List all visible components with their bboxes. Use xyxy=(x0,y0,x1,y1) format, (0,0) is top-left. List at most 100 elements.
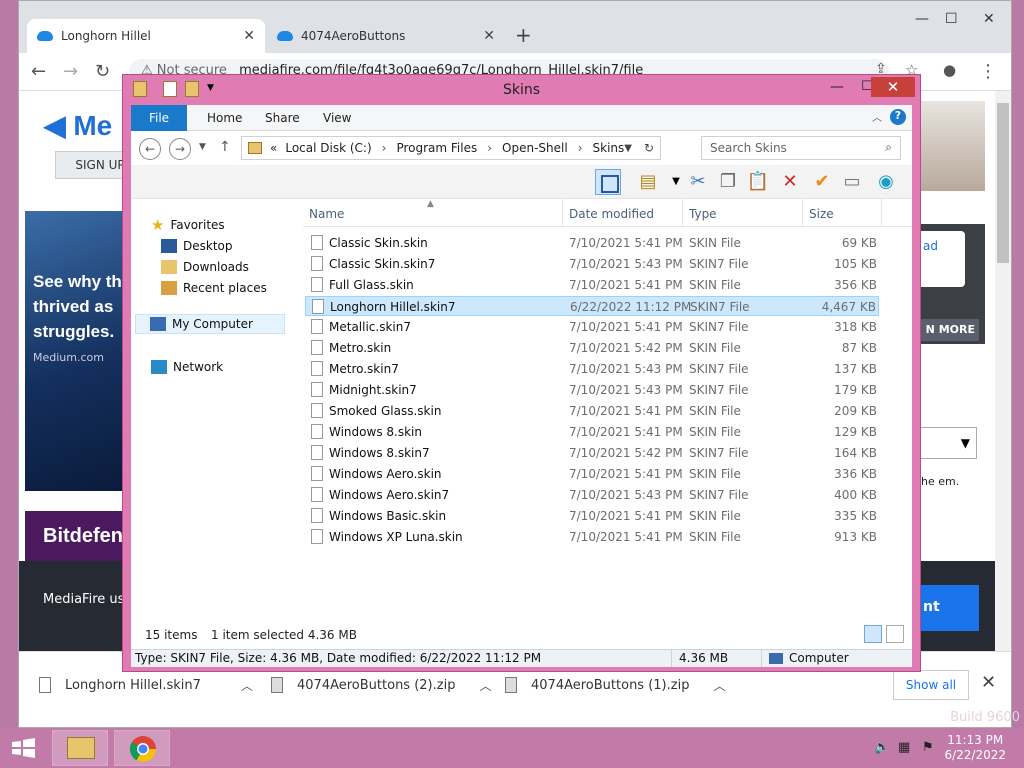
mediafire-logo[interactable]: ◀ Me xyxy=(44,109,112,142)
column-divider[interactable] xyxy=(802,199,803,227)
column-divider[interactable] xyxy=(881,199,882,227)
address-bar[interactable]: « Local Disk (C:) › Program Files › Open… xyxy=(241,136,661,160)
nav-recent-places[interactable]: Recent places xyxy=(161,278,267,298)
file-row[interactable]: Windows Aero.skin7 7/10/2021 5:43 PM SKIN7… xyxy=(305,485,879,505)
chevron-up-icon[interactable]: ︿ xyxy=(713,677,725,694)
tab-view[interactable]: View xyxy=(309,105,365,131)
file-row[interactable]: Full Glass.skin 7/10/2021 5:41 PM SKIN Fil… xyxy=(305,275,879,295)
back-icon[interactable]: ← xyxy=(31,61,46,82)
browser-tab-1[interactable]: Longhorn Hillel ✕ xyxy=(27,19,265,53)
file-row[interactable]: Windows Aero.skin 7/10/2021 5:41 PM SKIN F… xyxy=(305,464,879,484)
download-item[interactable]: 4074AeroButtons (2).zip ︿ xyxy=(271,668,491,702)
explorer-titlebar[interactable]: ▼ Skins — ☐ ✕ xyxy=(123,75,920,105)
chevron-down-icon[interactable]: ▼ xyxy=(624,143,632,154)
file-row[interactable]: Windows Basic.skin 7/10/2021 5:41 PM SKIN … xyxy=(305,506,879,526)
profile-icon[interactable]: ● xyxy=(943,61,956,79)
close-icon[interactable]: ✕ xyxy=(871,77,915,97)
file-row[interactable]: Smoked Glass.skin 7/10/2021 5:41 PM SKIN F… xyxy=(305,401,879,421)
large-icons-view-icon[interactable] xyxy=(886,625,904,643)
refresh-icon[interactable]: ↻ xyxy=(644,141,654,155)
delete-icon[interactable]: ✕ xyxy=(777,169,803,195)
close-downloads-icon[interactable]: ✕ xyxy=(981,672,996,693)
file-explorer-taskbar-button[interactable] xyxy=(52,730,108,766)
layout-pane-icon[interactable] xyxy=(595,169,621,195)
column-name[interactable]: Name xyxy=(309,207,344,221)
volume-muted-icon[interactable]: 🔈 xyxy=(874,740,890,755)
forward-icon[interactable]: → xyxy=(169,138,191,160)
new-tab-button[interactable]: + xyxy=(515,23,532,47)
network-status-icon[interactable]: ▦ xyxy=(898,740,910,755)
column-date[interactable]: Date modified xyxy=(569,207,654,221)
accept-button[interactable]: nt xyxy=(917,585,979,631)
cut-icon[interactable]: ✂ xyxy=(685,169,711,195)
nav-my-computer[interactable]: My Computer xyxy=(135,314,285,334)
column-divider[interactable] xyxy=(562,199,563,227)
file-row[interactable]: Midnight.skin7 7/10/2021 5:43 PM SKIN7 Fil… xyxy=(305,380,879,400)
learn-more-button[interactable]: N MORE xyxy=(917,319,979,341)
breadcrumb-item[interactable]: Open-Shell xyxy=(502,141,568,155)
nav-favorites[interactable]: ★ Favorites xyxy=(151,215,225,235)
recent-locations-icon[interactable]: ▼ xyxy=(199,142,206,152)
page-scrollbar[interactable] xyxy=(995,91,1011,651)
file-row[interactable]: Metallic.skin7 7/10/2021 5:41 PM SKIN7 Fil… xyxy=(305,317,879,337)
column-divider[interactable] xyxy=(682,199,683,227)
file-row[interactable]: Metro.skin 7/10/2021 5:42 PM SKIN File 87 K… xyxy=(305,338,879,358)
search-input[interactable]: Search Skins ⌕ xyxy=(701,136,901,160)
details-view-icon[interactable] xyxy=(864,625,882,643)
breadcrumb-item[interactable]: Skins xyxy=(593,141,625,155)
action-center-icon[interactable]: ⚑ xyxy=(922,740,934,755)
browser-tab-2[interactable]: 4074AeroButtons ✕ xyxy=(267,19,505,53)
scroll-thumb[interactable] xyxy=(997,103,1009,263)
advertisement-bitdefender[interactable]: Bitdefen xyxy=(25,511,135,563)
new-folder-icon[interactable]: ▤ xyxy=(635,169,661,195)
minimize-icon[interactable]: — xyxy=(915,11,929,27)
expand-ribbon-icon[interactable]: ︿ xyxy=(872,109,882,124)
close-tab-icon[interactable]: ✕ xyxy=(483,28,495,44)
copy-icon[interactable]: ❐ xyxy=(715,169,741,195)
system-clock[interactable]: 11:13 PM 6/22/2022 xyxy=(944,733,1006,763)
forward-icon[interactable]: → xyxy=(63,61,78,82)
file-row[interactable]: Classic Skin.skin 7/10/2021 5:41 PM SKIN F… xyxy=(305,233,879,253)
rename-icon[interactable]: ▭ xyxy=(839,169,865,195)
tab-share[interactable]: Share xyxy=(251,105,314,131)
breadcrumb-separator[interactable]: › xyxy=(382,141,387,155)
breadcrumb-separator[interactable]: › xyxy=(578,141,583,155)
menu-icon[interactable]: ⋮ xyxy=(979,61,997,82)
file-row[interactable]: Windows 8.skin 7/10/2021 5:41 PM SKIN File… xyxy=(305,422,879,442)
file-row[interactable]: Metro.skin7 7/10/2021 5:43 PM SKIN7 File 13… xyxy=(305,359,879,379)
breadcrumb-item[interactable]: Program Files xyxy=(396,141,477,155)
file-row[interactable]: Windows XP Luna.skin 7/10/2021 5:41 PM SKI… xyxy=(305,527,879,547)
download-item[interactable]: Longhorn Hillel.skin7 ︿ xyxy=(39,668,253,702)
options-globe-icon[interactable]: ◉ xyxy=(873,169,899,195)
chevron-up-icon[interactable]: ︿ xyxy=(479,677,491,694)
chevron-up-icon[interactable]: ︿ xyxy=(241,677,253,694)
column-type[interactable]: Type xyxy=(689,207,717,221)
breadcrumb-item[interactable]: Local Disk (C:) xyxy=(285,141,371,155)
breadcrumb-separator[interactable]: › xyxy=(487,141,492,155)
download-item[interactable]: 4074AeroButtons (1).zip ︿ xyxy=(505,668,725,702)
tab-file[interactable]: File xyxy=(131,105,187,131)
close-tab-icon[interactable]: ✕ xyxy=(243,28,255,44)
nav-network[interactable]: Network xyxy=(151,357,223,377)
dropdown-select[interactable]: ▼ xyxy=(917,427,977,459)
ad-image[interactable] xyxy=(921,101,985,191)
reload-icon[interactable]: ↻ xyxy=(95,61,110,82)
minimize-icon[interactable]: — xyxy=(823,79,851,99)
file-row[interactable]: Classic Skin.skin7 7/10/2021 5:43 PM SKIN7… xyxy=(305,254,879,274)
help-icon[interactable]: ? xyxy=(890,109,906,125)
up-icon[interactable]: ↑ xyxy=(219,139,231,155)
breadcrumb-overflow[interactable]: « xyxy=(270,141,277,155)
show-all-button[interactable]: Show all xyxy=(893,670,969,700)
paste-icon[interactable]: 📋 xyxy=(745,169,771,195)
tab-home[interactable]: Home xyxy=(193,105,256,131)
check-icon[interactable]: ✔ xyxy=(809,169,835,195)
start-button[interactable] xyxy=(0,728,46,768)
chrome-taskbar-button[interactable] xyxy=(114,730,170,766)
close-icon[interactable]: ✕ xyxy=(983,11,995,27)
column-size[interactable]: Size xyxy=(809,207,834,221)
maximize-icon[interactable]: ☐ xyxy=(945,11,958,27)
file-row[interactable]: Windows 8.skin7 7/10/2021 5:42 PM SKIN7 Fi… xyxy=(305,443,879,463)
file-row[interactable]: Longhorn Hillel.skin7 6/22/2022 11:12 PM S… xyxy=(305,296,879,316)
nav-downloads[interactable]: Downloads xyxy=(161,257,249,277)
back-icon[interactable]: ← xyxy=(139,138,161,160)
